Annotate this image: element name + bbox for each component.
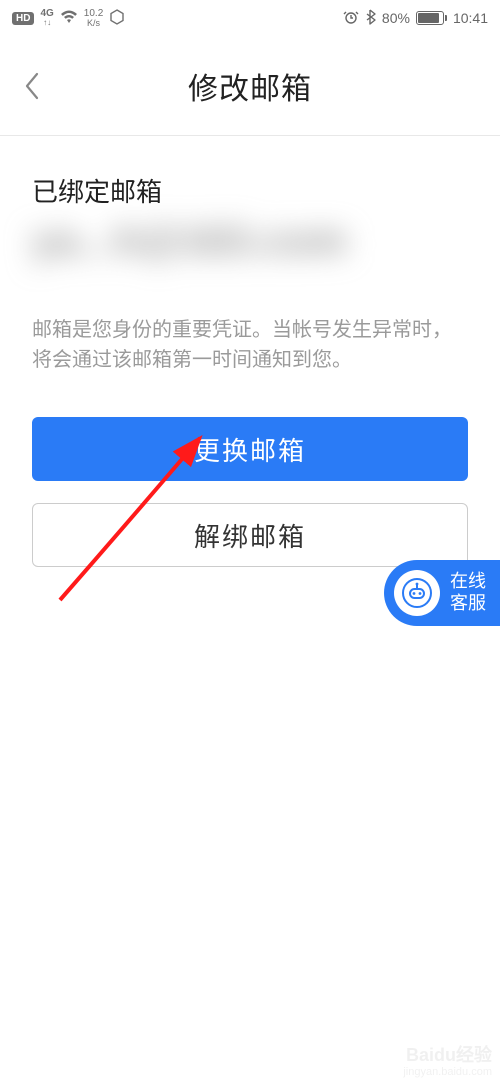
hexagon-icon — [109, 9, 125, 28]
bluetooth-icon — [365, 9, 376, 28]
support-robot-icon — [394, 570, 440, 616]
watermark-brand: Baidu经验 — [406, 1045, 492, 1065]
bound-email-label: 已绑定邮箱 — [32, 172, 468, 209]
status-bar: HD 4G ↑↓ 10.2 K/s 80% 10:41 — [0, 0, 500, 36]
net-speed-value: 10.2 — [84, 9, 103, 19]
battery-percentage: 80% — [382, 10, 410, 26]
status-bar-right: 80% 10:41 — [343, 9, 488, 28]
support-line2: 客服 — [450, 593, 486, 615]
nav-bar: 修改邮箱 — [0, 36, 500, 136]
network-4g: 4G ↑↓ — [40, 9, 53, 27]
hint-text: 邮箱是您身份的重要凭证。当帐号发生异常时，将会通过该邮箱第一时间通知到您。 — [32, 315, 468, 375]
online-support-button[interactable]: 在线 客服 — [384, 560, 500, 626]
page-title: 修改邮箱 — [188, 64, 312, 108]
battery-icon — [416, 11, 447, 25]
change-email-button[interactable]: 更换邮箱 — [32, 417, 468, 481]
support-line1: 在线 — [450, 571, 486, 593]
unbind-email-button[interactable]: 解绑邮箱 — [32, 503, 468, 567]
hd-badge: HD — [12, 12, 34, 25]
net-speed-unit: K/s — [87, 19, 100, 28]
clock-time: 10:41 — [453, 10, 488, 26]
status-bar-left: HD 4G ↑↓ 10.2 K/s — [12, 9, 125, 28]
bound-email-value: ya...h@163.com — [32, 219, 468, 289]
net-speed: 10.2 K/s — [84, 9, 103, 28]
network-arrows: ↑↓ — [43, 19, 51, 27]
support-text: 在线 客服 — [450, 571, 486, 614]
unbind-email-label: 解绑邮箱 — [194, 517, 306, 554]
alarm-icon — [343, 9, 359, 28]
change-email-label: 更换邮箱 — [194, 431, 306, 468]
back-button[interactable] — [12, 66, 52, 106]
watermark-sub: jingyan.baidu.com — [403, 1066, 492, 1078]
main-content: 已绑定邮箱 ya...h@163.com 邮箱是您身份的重要凭证。当帐号发生异常… — [0, 136, 500, 567]
wifi-icon — [60, 10, 78, 27]
watermark: Baidu经验 jingyan.baidu.com — [403, 1046, 492, 1078]
chevron-left-icon — [23, 71, 41, 101]
